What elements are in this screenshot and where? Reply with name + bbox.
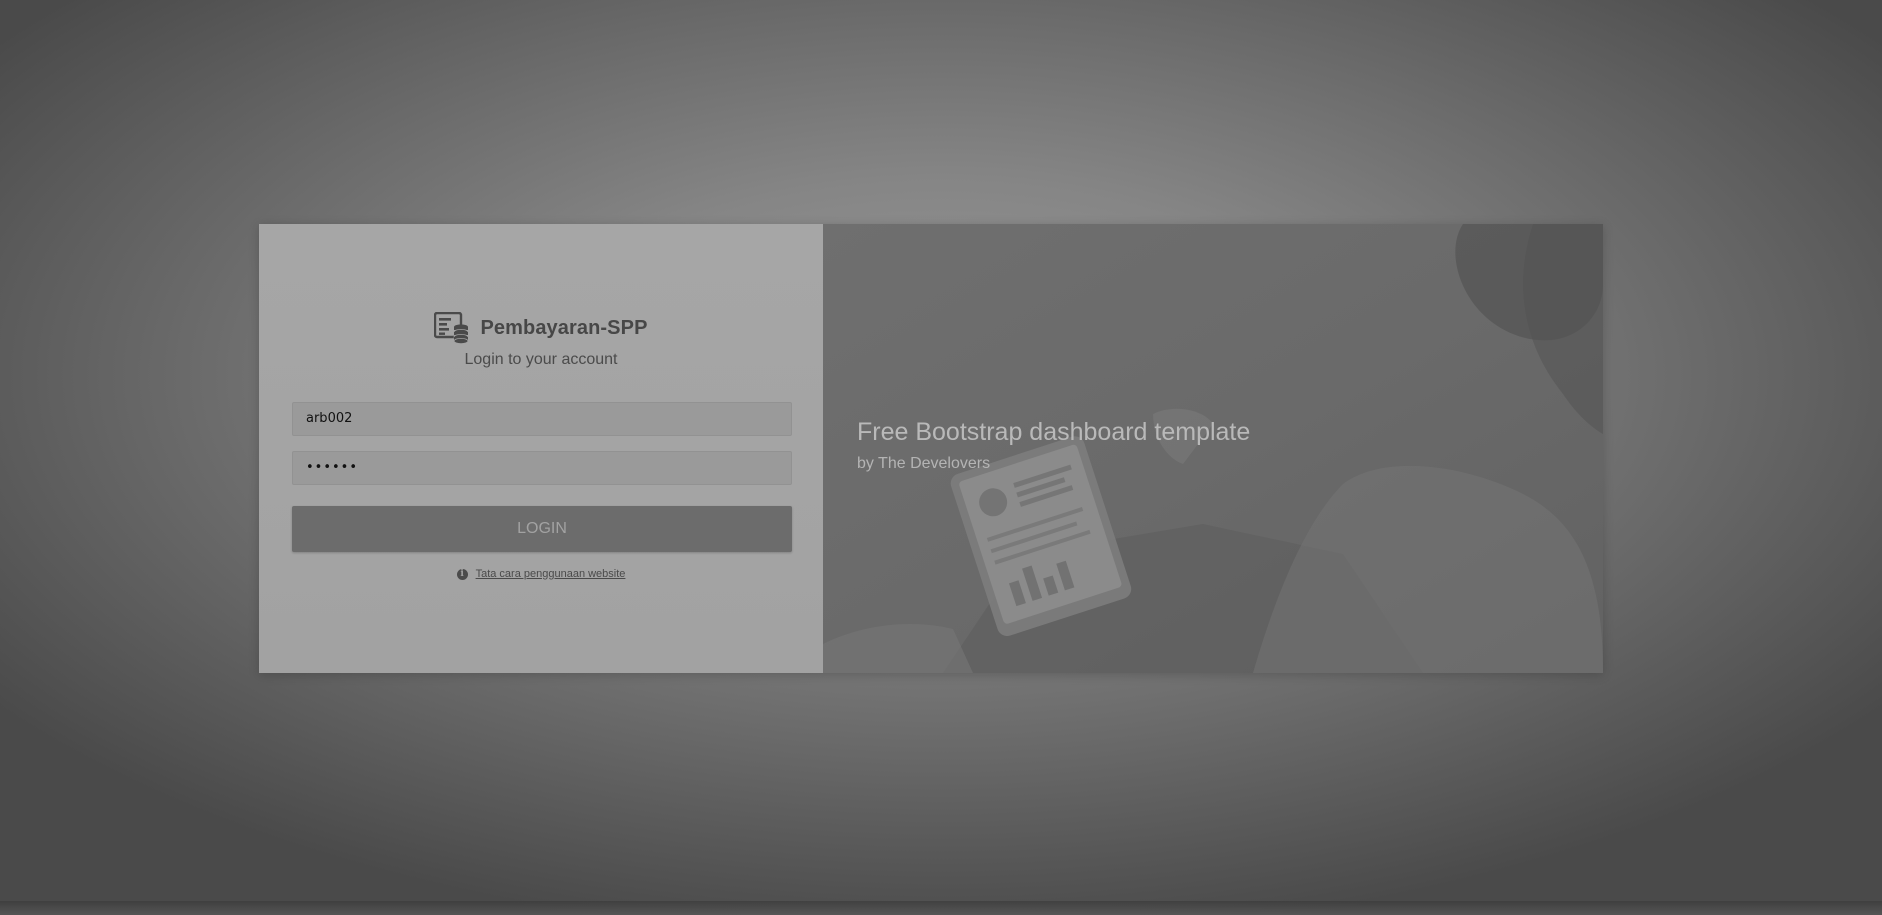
login-panel: Pembayaran-SPP Login to your account arb…	[259, 224, 823, 673]
hero-byline: by The Develovers	[857, 455, 991, 472]
money-ledger-icon	[434, 312, 469, 344]
hero-background-image	[823, 224, 1603, 673]
login-card: Pembayaran-SPP Login to your account arb…	[259, 224, 1603, 673]
hero-panel: Free Bootstrap dashboard template by The…	[823, 224, 1603, 673]
help-row: i Tata cara penggunaan website	[259, 568, 823, 580]
password-input[interactable]: ••••••	[292, 451, 792, 485]
page-background: Pembayaran-SPP Login to your account arb…	[0, 0, 1882, 915]
info-icon: i	[456, 568, 468, 580]
brand-header: Pembayaran-SPP	[259, 312, 823, 344]
login-subtitle: Login to your account	[464, 351, 618, 368]
brand-name: Pembayaran-SPP	[480, 316, 648, 339]
username-input[interactable]: arb002	[292, 402, 792, 436]
usage-guide-link[interactable]: Tata cara penggunaan website	[476, 568, 626, 580]
hero-title: Free Bootstrap dashboard template	[857, 418, 1251, 446]
login-button[interactable]: LOGIN	[292, 506, 792, 552]
